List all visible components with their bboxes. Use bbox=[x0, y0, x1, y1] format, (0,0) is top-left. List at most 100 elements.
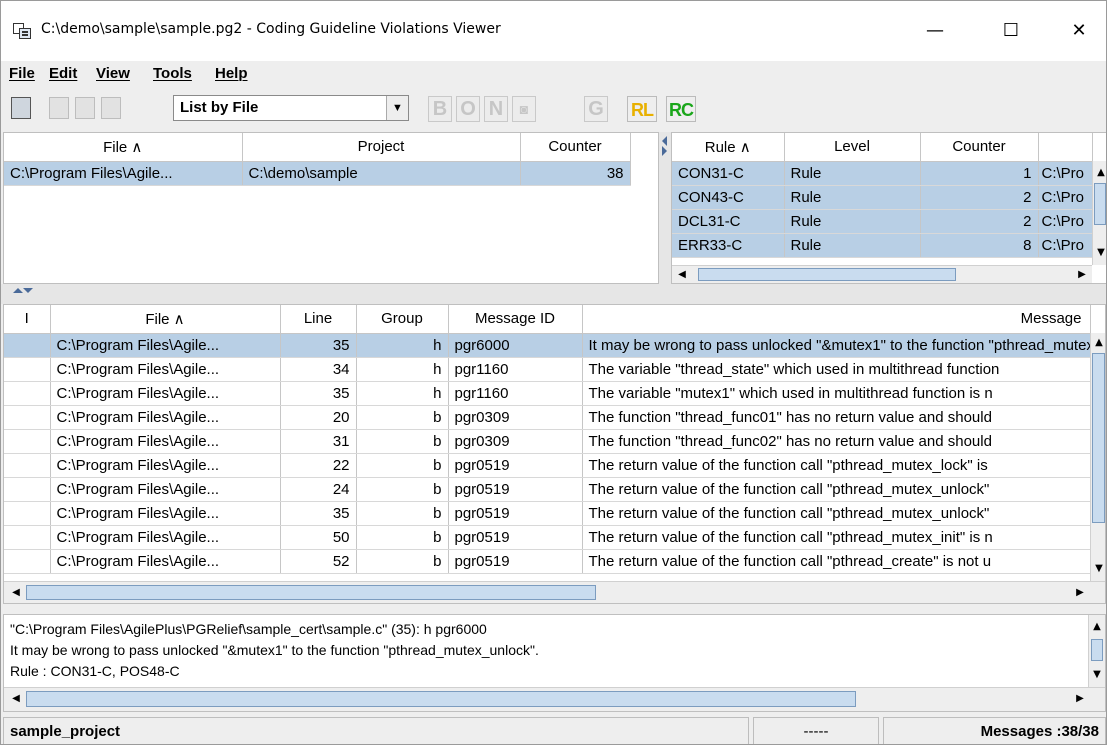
column-header-level[interactable]: Level bbox=[784, 133, 921, 162]
scroll-down-icon[interactable]: ▼ bbox=[1091, 561, 1105, 577]
message-vertical-scrollbar[interactable]: ▲ ▼ bbox=[1090, 333, 1105, 581]
table-row[interactable]: ERR33-C Rule 8 C:\Pro bbox=[672, 233, 1093, 258]
column-header-group[interactable]: Group bbox=[356, 305, 449, 334]
cell-message-id: pgr0519 bbox=[448, 549, 583, 574]
rule-count-button[interactable]: RC bbox=[666, 96, 696, 122]
cell-file: C:\Program Files\Agile... bbox=[50, 453, 281, 478]
menu-help[interactable]: Help bbox=[215, 65, 248, 82]
table-row[interactable]: C:\Program Files\Agile... 22 b pgr0519 T… bbox=[4, 453, 1091, 478]
cell-group: b bbox=[356, 453, 449, 478]
column-header-project[interactable]: Project bbox=[242, 133, 521, 162]
table-row[interactable]: DCL31-C Rule 2 C:\Pro bbox=[672, 209, 1093, 234]
collapse-left-icon[interactable] bbox=[662, 136, 667, 146]
cell-file: C:\Program Files\Agile... bbox=[50, 549, 281, 574]
cell-indicator bbox=[4, 429, 51, 454]
chevron-down-icon[interactable]: ▼ bbox=[386, 96, 408, 120]
cell-group: h bbox=[356, 357, 449, 382]
table-row[interactable]: C:\Program Files\Agile... 50 b pgr0519 T… bbox=[4, 525, 1091, 550]
table-row[interactable]: C:\Program Files\Agile... 52 b pgr0519 T… bbox=[4, 549, 1091, 574]
column-header-counter[interactable]: Counter bbox=[520, 133, 631, 162]
cell-line: 34 bbox=[280, 357, 357, 382]
scrollbar-thumb[interactable] bbox=[26, 691, 856, 707]
cell-counter: 8 bbox=[920, 233, 1039, 258]
table-row[interactable]: C:\Program Files\Agile... 31 b pgr0309 T… bbox=[4, 429, 1091, 454]
scrollbar-thumb[interactable] bbox=[1092, 353, 1105, 523]
table-row[interactable]: C:\Program Files\Agile... C:\demo\sample… bbox=[4, 161, 631, 186]
cell-line: 35 bbox=[280, 333, 357, 358]
filter-o-button[interactable]: O bbox=[456, 96, 480, 122]
column-header-counter[interactable]: Counter bbox=[920, 133, 1039, 162]
rule-vertical-scrollbar[interactable]: ▲ ▼ bbox=[1092, 161, 1106, 265]
filter-n-button[interactable]: N bbox=[484, 96, 508, 122]
scroll-left-icon[interactable]: ◀ bbox=[8, 691, 24, 707]
scroll-up-icon[interactable]: ▲ bbox=[1091, 335, 1105, 351]
column-header-file[interactable]: File ∧ bbox=[4, 133, 243, 162]
table-row[interactable]: C:\Program Files\Agile... 20 b pgr0309 T… bbox=[4, 405, 1091, 430]
table-row[interactable]: CON43-C Rule 2 C:\Pro bbox=[672, 185, 1093, 210]
edit-file-icon[interactable] bbox=[11, 97, 31, 119]
scrollbar-thumb[interactable] bbox=[26, 585, 596, 600]
cell-group: b bbox=[356, 405, 449, 430]
detail-horizontal-scrollbar[interactable]: ◀ ▶ bbox=[4, 687, 1105, 711]
column-header-indicator[interactable]: I bbox=[4, 305, 51, 334]
filter-b-button[interactable]: B bbox=[428, 96, 452, 122]
status-middle: ----- bbox=[753, 717, 879, 744]
collapse-down-icon[interactable] bbox=[23, 288, 33, 293]
scroll-right-icon[interactable]: ▶ bbox=[1072, 585, 1088, 601]
detail-vertical-scrollbar[interactable]: ▲ ▼ bbox=[1088, 615, 1105, 687]
collapse-right-icon[interactable] bbox=[662, 146, 667, 156]
cell-file: C:\Program Files\Agile... bbox=[4, 161, 243, 186]
filter-g-button[interactable]: G bbox=[584, 96, 608, 122]
scrollbar-thumb[interactable] bbox=[1094, 183, 1106, 225]
table-row[interactable]: C:\Program Files\Agile... 35 b pgr0519 T… bbox=[4, 501, 1091, 526]
scroll-up-icon[interactable]: ▲ bbox=[1093, 165, 1106, 181]
scroll-left-icon[interactable]: ◀ bbox=[8, 585, 24, 601]
minimize-button[interactable]: — bbox=[912, 15, 958, 47]
close-button[interactable]: ✕ bbox=[1056, 15, 1102, 47]
cell-message: The return value of the function call "p… bbox=[582, 549, 1091, 574]
scroll-right-icon[interactable]: ▶ bbox=[1072, 691, 1088, 707]
horizontal-splitter[interactable] bbox=[1, 284, 1106, 304]
column-header-path[interactable] bbox=[1038, 133, 1093, 162]
properties-icon[interactable] bbox=[101, 97, 121, 119]
cell-message: The function "thread_func01" has no retu… bbox=[582, 405, 1091, 430]
scroll-right-icon[interactable]: ▶ bbox=[1074, 267, 1090, 283]
table-row[interactable]: C:\Program Files\Agile... 35 h pgr6000 I… bbox=[4, 333, 1091, 358]
vertical-splitter[interactable] bbox=[659, 132, 671, 284]
scroll-up-icon[interactable]: ▲ bbox=[1089, 619, 1105, 635]
collapse-up-icon[interactable] bbox=[13, 288, 23, 293]
scroll-down-icon[interactable]: ▼ bbox=[1093, 245, 1106, 261]
menu-file[interactable]: File bbox=[9, 65, 35, 82]
menu-view[interactable]: View bbox=[96, 65, 130, 82]
table-row[interactable]: C:\Program Files\Agile... 35 h pgr1160 T… bbox=[4, 381, 1091, 406]
cell-message: The function "thread_func02" has no retu… bbox=[582, 429, 1091, 454]
view-mode-select[interactable]: List by File ▼ bbox=[173, 95, 409, 121]
menu-tools[interactable]: Tools bbox=[153, 65, 192, 82]
rule-horizontal-scrollbar[interactable]: ◀ ▶ bbox=[672, 265, 1092, 283]
cell-indicator bbox=[4, 453, 51, 478]
scrollbar-thumb[interactable] bbox=[698, 268, 956, 281]
column-header-file[interactable]: File ∧ bbox=[50, 305, 281, 334]
detail-text[interactable]: "C:\Program Files\AgilePlus\PGRelief\sam… bbox=[10, 619, 539, 682]
menu-edit[interactable]: Edit bbox=[49, 65, 77, 82]
scroll-left-icon[interactable]: ◀ bbox=[674, 267, 690, 283]
table-row[interactable]: C:\Program Files\Agile... 24 b pgr0519 T… bbox=[4, 477, 1091, 502]
copy-icon[interactable] bbox=[75, 97, 95, 119]
column-header-message-id[interactable]: Message ID bbox=[448, 305, 583, 334]
cell-message-id: pgr0519 bbox=[448, 453, 583, 478]
table-row[interactable]: CON31-C Rule 1 C:\Pro bbox=[672, 161, 1093, 186]
file-table: File ∧ Project Counter C:\Program Files\… bbox=[4, 133, 631, 186]
message-horizontal-scrollbar[interactable]: ◀ ▶ bbox=[4, 581, 1105, 603]
filter-icon-button[interactable]: ◙ bbox=[512, 96, 536, 122]
maximize-button[interactable]: ☐ bbox=[988, 15, 1034, 47]
scroll-down-icon[interactable]: ▼ bbox=[1089, 667, 1105, 683]
table-row[interactable]: C:\Program Files\Agile... 34 h pgr1160 T… bbox=[4, 357, 1091, 382]
detail-line-rule: Rule : CON31-C, POS48-C bbox=[10, 663, 180, 679]
rule-list-button[interactable]: RL bbox=[627, 96, 657, 122]
open-file-icon[interactable] bbox=[49, 97, 69, 119]
scrollbar-thumb[interactable] bbox=[1091, 639, 1103, 661]
column-header-message[interactable]: Message bbox=[582, 305, 1091, 334]
column-header-rule[interactable]: Rule ∧ bbox=[672, 133, 785, 162]
cell-counter: 38 bbox=[520, 161, 631, 186]
column-header-line[interactable]: Line bbox=[280, 305, 357, 334]
